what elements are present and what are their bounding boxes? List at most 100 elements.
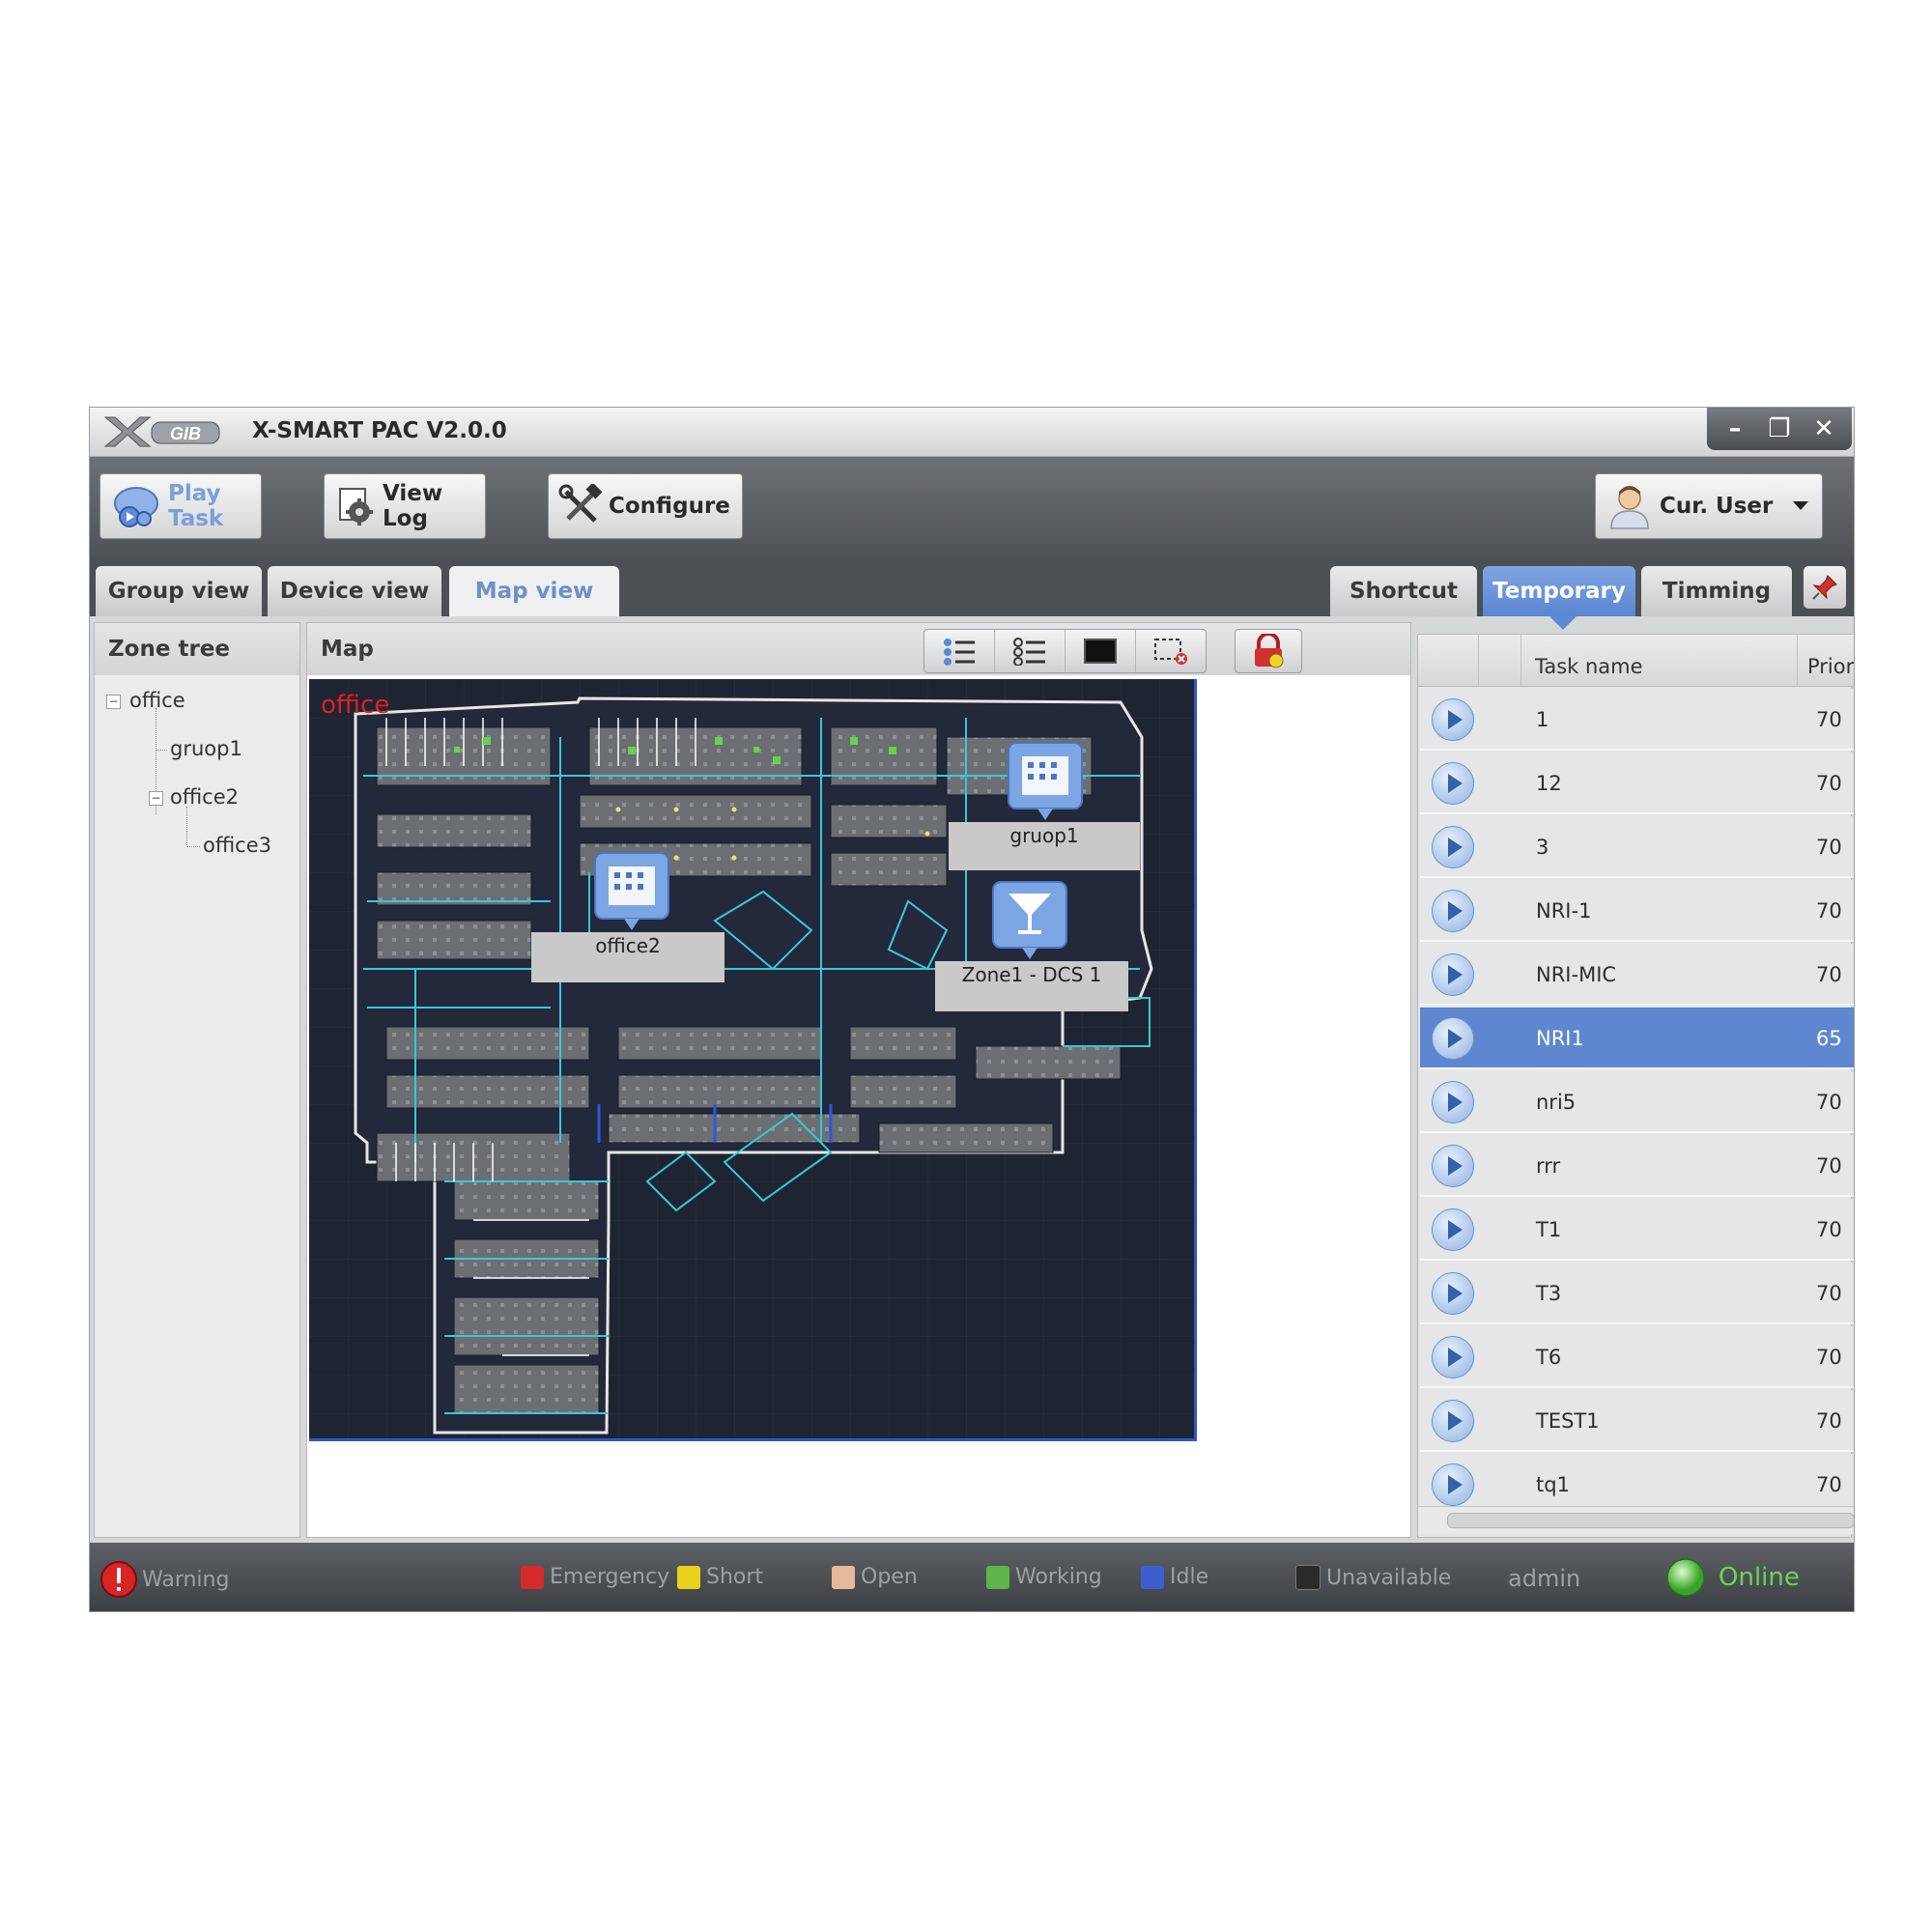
legend-unavailable: Unavailable — [1295, 1565, 1451, 1590]
task-priority-cell: 70 — [1816, 1409, 1842, 1433]
task-priority-cell: 70 — [1816, 836, 1842, 859]
expand-tree-icon[interactable] — [924, 630, 995, 672]
task-name-cell: 3 — [1536, 836, 1549, 859]
task-name-cell: NRI-1 — [1536, 899, 1592, 923]
map-marker-label: office2 — [531, 932, 724, 982]
play-icon[interactable] — [1432, 826, 1474, 868]
map-marker-label: gruop1 — [949, 822, 1140, 870]
minimize-button[interactable]: – — [1718, 414, 1752, 443]
maximize-button[interactable]: ❐ — [1762, 414, 1797, 443]
cocktail-glass-icon — [992, 881, 1067, 959]
play-icon[interactable] — [1432, 1081, 1474, 1123]
status-color-swatch — [1141, 1565, 1164, 1589]
tab-temporary[interactable]: Temporary — [1483, 566, 1635, 616]
view-log-button[interactable]: View Log — [324, 473, 486, 539]
table-row[interactable]: 3 70 — [1420, 816, 1854, 878]
tab-map-view[interactable]: Map view — [449, 566, 619, 616]
warning-indicator[interactable]: Warning — [99, 1560, 229, 1599]
clear-selection-icon[interactable] — [1136, 630, 1206, 672]
collapse-toggle-icon[interactable]: − — [106, 695, 121, 709]
building-icon — [1008, 742, 1083, 820]
tree-connector — [186, 846, 200, 847]
play-task-icon — [114, 487, 158, 527]
table-row[interactable]: nri5 70 — [1420, 1071, 1854, 1133]
current-user-button[interactable]: Cur. User — [1595, 473, 1823, 539]
task-priority-cell: 70 — [1816, 1091, 1842, 1114]
app-window: GIB X-SMART PAC V2.0.0 – ❐ ✕ Play Task V… — [90, 408, 1854, 1611]
svg-text:GIB: GIB — [170, 424, 201, 443]
table-row[interactable]: rrr 70 — [1420, 1135, 1854, 1197]
table-row[interactable]: T3 70 — [1420, 1263, 1854, 1324]
collapse-toggle-icon[interactable]: − — [149, 791, 163, 806]
play-icon[interactable] — [1432, 890, 1474, 932]
close-button[interactable]: ✕ — [1806, 414, 1841, 443]
play-icon[interactable] — [1432, 1336, 1474, 1378]
map-marker-zone1-dcs1[interactable] — [989, 878, 1070, 963]
map-marker-office2[interactable] — [591, 849, 672, 934]
tab-timming[interactable]: Timming — [1641, 566, 1792, 616]
pin-icon[interactable] — [1804, 566, 1846, 609]
task-priority-cell: 70 — [1816, 1154, 1842, 1178]
column-header-priority[interactable]: Priority — [1797, 635, 1854, 687]
table-row[interactable]: TEST1 70 — [1420, 1390, 1854, 1452]
scrollbar-thumb[interactable] — [1447, 1513, 1854, 1528]
horizontal-scrollbar[interactable] — [1418, 1506, 1854, 1534]
table-row[interactable]: 1 70 — [1420, 689, 1854, 751]
table-row[interactable]: NRI-1 70 — [1420, 880, 1854, 942]
play-icon[interactable] — [1432, 1463, 1474, 1506]
configure-button[interactable]: Configure — [548, 473, 743, 539]
tab-group-view[interactable]: Group view — [96, 566, 262, 616]
tree-node-office2[interactable]: office2 — [170, 785, 239, 809]
task-priority-cell: 70 — [1816, 1282, 1842, 1305]
task-name-cell: 1 — [1536, 708, 1549, 731]
map-marker-gruop1[interactable] — [1005, 739, 1086, 824]
map-header: Map — [307, 623, 1410, 675]
play-icon[interactable] — [1432, 953, 1474, 996]
play-icon[interactable] — [1432, 1017, 1474, 1060]
view-log-label: View Log — [383, 481, 443, 531]
map-zone-label: office — [321, 691, 390, 720]
map-toolbar — [923, 629, 1207, 673]
status-bar: Warning Emergency Short Open Working Idl… — [90, 1543, 1854, 1611]
legend-working: Working — [986, 1565, 1102, 1589]
tree-node-office3[interactable]: office3 — [203, 834, 271, 857]
task-name-cell: T6 — [1536, 1346, 1562, 1369]
table-row[interactable]: NRI-MIC 70 — [1420, 944, 1854, 1006]
task-list-panel: Task name Priority 1701270370NRI-170NRI-… — [1417, 634, 1854, 1538]
connection-status: Online — [1664, 1556, 1800, 1599]
play-icon[interactable] — [1432, 1208, 1474, 1251]
status-color-swatch — [1295, 1565, 1321, 1590]
map-marker-label: Zone1 - DCS 1 — [935, 961, 1128, 1011]
play-icon[interactable] — [1432, 698, 1474, 741]
task-name-cell: tq1 — [1536, 1473, 1570, 1496]
tools-icon — [558, 484, 603, 523]
table-row[interactable]: T6 70 — [1420, 1326, 1854, 1388]
task-name-cell: NRI-MIC — [1536, 963, 1617, 986]
play-task-button[interactable]: Play Task — [99, 473, 262, 539]
task-priority-cell: 70 — [1816, 708, 1842, 731]
tree-connector — [156, 750, 167, 751]
table-row[interactable]: T1 70 — [1420, 1199, 1854, 1261]
play-icon[interactable] — [1432, 1145, 1474, 1187]
column-header-task-name[interactable]: Task name — [1520, 635, 1797, 687]
tree-node-gruop1[interactable]: gruop1 — [170, 737, 242, 760]
floor-plan-map[interactable]: office gruop1 office2 Zone1 - DCS 1 — [309, 679, 1197, 1441]
fullscreen-icon[interactable] — [1065, 630, 1136, 672]
table-row[interactable]: 12 70 — [1420, 753, 1854, 814]
status-color-swatch — [832, 1565, 855, 1589]
collapse-tree-icon[interactable] — [995, 630, 1065, 672]
tree-node-office[interactable]: office — [129, 689, 185, 712]
tab-device-view[interactable]: Device view — [268, 566, 441, 616]
table-row[interactable]: NRI1 65 — [1420, 1008, 1854, 1069]
gear-icon — [339, 488, 373, 526]
play-icon[interactable] — [1432, 762, 1474, 805]
legend-emergency: Emergency — [521, 1565, 669, 1589]
active-tab-pointer — [1549, 616, 1577, 630]
task-name-cell: 12 — [1536, 772, 1562, 795]
play-icon[interactable] — [1432, 1400, 1474, 1442]
lock-icon[interactable] — [1235, 629, 1302, 673]
task-name-cell: TEST1 — [1536, 1409, 1600, 1433]
tab-shortcut[interactable]: Shortcut — [1330, 566, 1477, 616]
task-name-cell: rrr — [1536, 1154, 1561, 1178]
play-icon[interactable] — [1432, 1272, 1474, 1315]
